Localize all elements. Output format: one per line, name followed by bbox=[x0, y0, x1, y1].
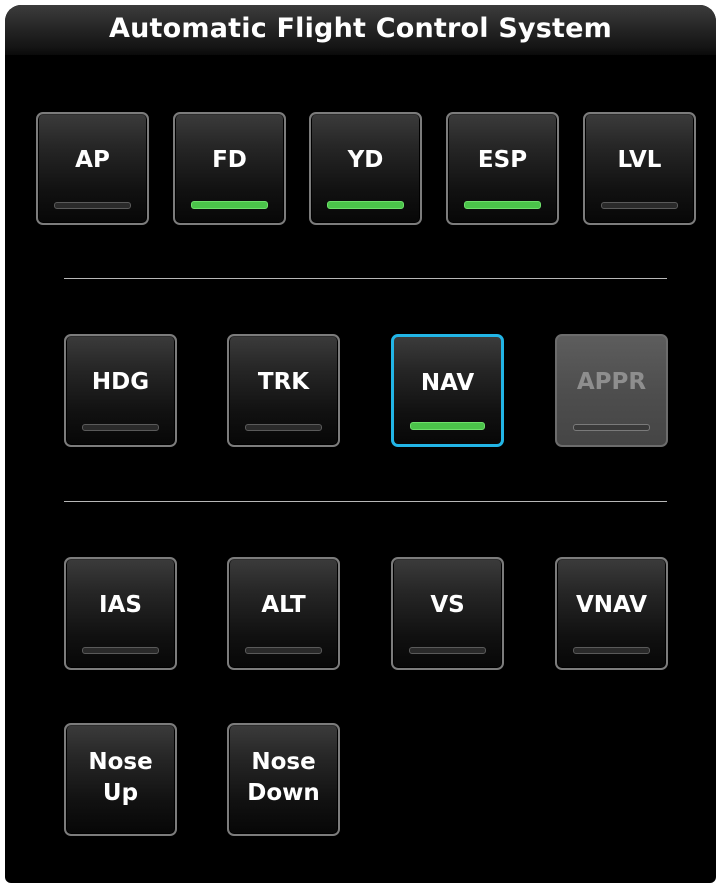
nav-button-label: NAV bbox=[420, 370, 475, 396]
vs-indicator bbox=[409, 647, 486, 654]
nose-up-button-label: Nose Up bbox=[88, 749, 153, 806]
yd-button-label: YD bbox=[347, 147, 384, 173]
ias-indicator bbox=[82, 647, 159, 654]
trk-indicator bbox=[245, 424, 322, 431]
hdg-indicator bbox=[82, 424, 159, 431]
ap-button[interactable]: AP bbox=[36, 112, 149, 225]
appr-indicator bbox=[573, 424, 650, 431]
fd-button[interactable]: FD bbox=[173, 112, 286, 225]
ap-indicator bbox=[54, 202, 131, 209]
hdg-button[interactable]: HDG bbox=[64, 334, 177, 447]
ias-button[interactable]: IAS bbox=[64, 557, 177, 670]
fd-indicator bbox=[191, 201, 268, 209]
vs-button[interactable]: VS bbox=[391, 557, 504, 670]
divider-1 bbox=[64, 278, 667, 279]
nav-indicator bbox=[410, 422, 485, 430]
vs-button-label: VS bbox=[430, 592, 465, 618]
nose-up-button[interactable]: Nose Up bbox=[64, 723, 177, 836]
panel-title: Automatic Flight Control System bbox=[109, 13, 612, 44]
vnav-indicator bbox=[573, 647, 650, 654]
esp-button-label: ESP bbox=[477, 147, 528, 173]
vnav-button[interactable]: VNAV bbox=[555, 557, 668, 670]
lvl-button[interactable]: LVL bbox=[583, 112, 696, 225]
nav-button[interactable]: NAV bbox=[391, 334, 504, 447]
esp-button[interactable]: ESP bbox=[446, 112, 559, 225]
alt-indicator bbox=[245, 647, 322, 654]
divider-2 bbox=[64, 501, 667, 502]
trk-button-label: TRK bbox=[257, 369, 310, 395]
trk-button[interactable]: TRK bbox=[227, 334, 340, 447]
nose-down-button-label: Nose Down bbox=[247, 749, 320, 806]
yd-button[interactable]: YD bbox=[309, 112, 422, 225]
hdg-button-label: HDG bbox=[91, 369, 150, 395]
appr-button[interactable]: APPR bbox=[555, 334, 668, 447]
alt-button-label: ALT bbox=[261, 592, 306, 618]
yd-indicator bbox=[327, 201, 404, 209]
lvl-indicator bbox=[601, 202, 678, 209]
appr-button-label: APPR bbox=[576, 369, 647, 395]
lvl-button-label: LVL bbox=[617, 147, 662, 173]
title-bar: Automatic Flight Control System bbox=[5, 5, 716, 55]
afcs-panel: Automatic Flight Control System AP FD YD… bbox=[5, 5, 716, 883]
ias-button-label: IAS bbox=[99, 592, 142, 618]
nose-down-button[interactable]: Nose Down bbox=[227, 723, 340, 836]
esp-indicator bbox=[464, 201, 541, 209]
fd-button-label: FD bbox=[212, 147, 247, 173]
ap-button-label: AP bbox=[75, 147, 110, 173]
vnav-button-label: VNAV bbox=[575, 592, 648, 618]
alt-button[interactable]: ALT bbox=[227, 557, 340, 670]
